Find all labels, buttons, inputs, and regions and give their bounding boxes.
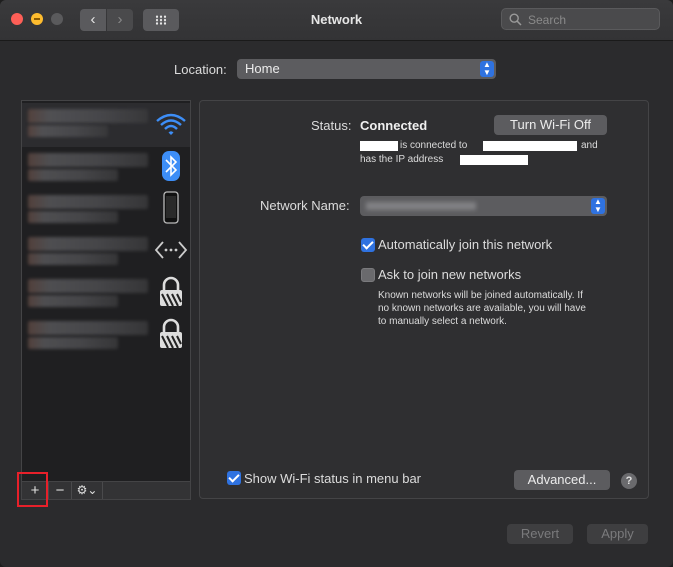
auto-join-checkbox[interactable]	[361, 238, 375, 252]
auto-join-label: Automatically join this network	[378, 237, 553, 252]
vpn-lock-icon	[160, 276, 182, 307]
service-status-redacted	[28, 295, 118, 307]
wifi-icon	[156, 113, 186, 135]
search-field[interactable]	[501, 8, 660, 30]
service-item-bluetooth[interactable]	[22, 145, 190, 189]
service-list	[21, 100, 191, 482]
status-description: is connected to	[400, 140, 468, 151]
redacted-ip-address	[460, 155, 528, 165]
service-item-vpn[interactable]	[22, 313, 190, 357]
service-name-redacted	[28, 195, 148, 209]
show-wifi-status-checkbox[interactable]	[227, 471, 241, 485]
location-select[interactable]: Home ▲ ▼	[237, 59, 496, 79]
service-item-ethernet[interactable]	[22, 229, 190, 273]
service-status-redacted	[28, 125, 108, 137]
ask-join-description: to manually select a network.	[378, 316, 507, 327]
search-input[interactable]	[526, 11, 658, 29]
service-item-wifi[interactable]	[22, 103, 190, 147]
ask-join-description: no known networks are available, you wil…	[378, 303, 586, 314]
gear-icon: ⚙⌄	[76, 483, 98, 497]
service-name-redacted	[28, 279, 148, 293]
ask-join-checkbox[interactable]	[361, 268, 375, 282]
status-description: and	[581, 140, 598, 151]
ask-join-description: Known networks will be joined automatica…	[378, 290, 583, 301]
help-button[interactable]: ?	[621, 473, 637, 489]
revert-button[interactable]: Revert	[507, 524, 573, 544]
remove-service-button[interactable]: −	[49, 482, 72, 499]
redacted-network-name	[483, 141, 577, 151]
status-description: has the IP address	[360, 154, 444, 165]
advanced-button[interactable]: Advanced...	[514, 470, 610, 490]
service-name-redacted	[28, 237, 148, 251]
network-preferences-window: ‹ › Network Location: Home ▲▼	[0, 0, 673, 567]
search-icon	[509, 13, 522, 26]
network-name-label: Network Name:	[260, 198, 350, 213]
ask-join-label: Ask to join new networks	[378, 267, 522, 282]
ethernet-arrows-icon	[154, 241, 188, 259]
service-name-redacted	[28, 321, 148, 335]
service-status-redacted	[28, 337, 118, 349]
select-arrows-icon: ▲ ▼	[591, 198, 605, 214]
service-name-redacted	[28, 109, 148, 123]
location-label: Location:	[174, 62, 227, 77]
service-status-redacted	[28, 169, 118, 181]
iphone-icon	[163, 191, 179, 224]
add-button-highlight	[17, 472, 48, 507]
status-value: Connected	[360, 118, 428, 133]
apply-button[interactable]: Apply	[587, 524, 648, 544]
show-wifi-status-label: Show Wi-Fi status in menu bar	[244, 471, 422, 486]
title-bar: ‹ › Network	[0, 0, 673, 41]
turn-wifi-off-button[interactable]: Turn Wi-Fi Off	[494, 115, 607, 135]
service-status-redacted	[28, 211, 118, 223]
network-name-redacted	[366, 202, 476, 210]
vpn-lock-icon	[160, 318, 182, 349]
service-name-redacted	[28, 153, 148, 167]
network-name-select[interactable]: ▲ ▼	[360, 196, 607, 216]
status-label: Status:	[311, 118, 352, 133]
service-item-vpn[interactable]	[22, 271, 190, 315]
service-status-redacted	[28, 253, 118, 265]
select-arrows-icon: ▲ ▼	[480, 61, 494, 77]
service-item-iphone[interactable]	[22, 187, 190, 231]
redacted-device-name	[360, 141, 398, 151]
bluetooth-icon	[162, 151, 180, 181]
gear-menu-button[interactable]: ⚙⌄	[72, 482, 103, 499]
location-value: Home	[245, 61, 280, 76]
